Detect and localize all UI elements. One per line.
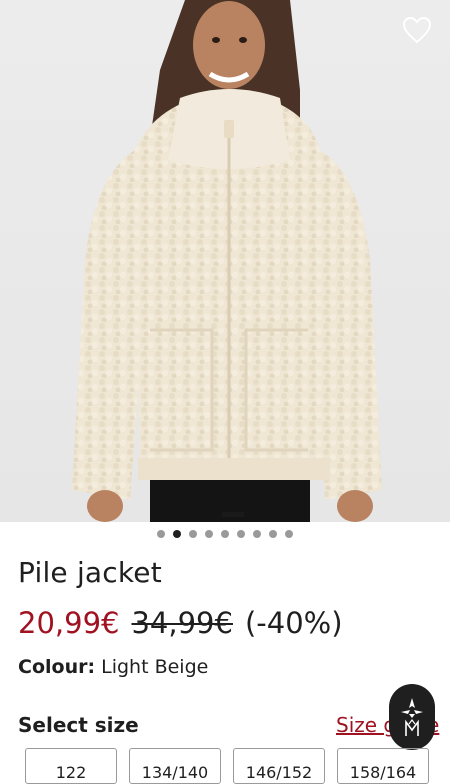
size-options: 122 134/140 146/152 158/164 bbox=[25, 748, 429, 784]
colour-value: Light Beige bbox=[101, 656, 209, 678]
heart-icon bbox=[402, 16, 432, 44]
colour-row: Colour: Light Beige bbox=[18, 656, 208, 678]
product-title: Pile jacket bbox=[18, 556, 162, 589]
gallery-dot[interactable] bbox=[205, 530, 213, 538]
size-option[interactable]: 158/164 bbox=[337, 748, 429, 784]
gallery-dot-active[interactable] bbox=[173, 530, 181, 538]
favorite-button[interactable] bbox=[402, 16, 432, 46]
discount-label: (-40%) bbox=[244, 606, 343, 640]
brand-chat-button[interactable] bbox=[389, 684, 435, 750]
gallery-dot[interactable] bbox=[189, 530, 197, 538]
sale-price: 20,99€ bbox=[18, 606, 120, 640]
brand-logo-icon bbox=[401, 698, 423, 736]
size-option[interactable]: 134/140 bbox=[129, 748, 221, 784]
gallery-dot[interactable] bbox=[285, 530, 293, 538]
price-row: 20,99€ 34,99€ (-40%) bbox=[18, 606, 343, 640]
gallery-dot[interactable] bbox=[221, 530, 229, 538]
gallery-dot[interactable] bbox=[269, 530, 277, 538]
select-size-heading: Select size bbox=[18, 713, 139, 737]
size-option[interactable]: 146/152 bbox=[233, 748, 325, 784]
size-option[interactable]: 122 bbox=[25, 748, 117, 784]
colour-label: Colour: bbox=[18, 656, 96, 678]
gallery-dot[interactable] bbox=[237, 530, 245, 538]
product-image[interactable] bbox=[0, 0, 450, 522]
original-price: 34,99€ bbox=[131, 606, 233, 640]
gallery-dot[interactable] bbox=[157, 530, 165, 538]
product-photo bbox=[72, 0, 382, 522]
gallery-pagination bbox=[0, 529, 450, 539]
gallery-dot[interactable] bbox=[253, 530, 261, 538]
